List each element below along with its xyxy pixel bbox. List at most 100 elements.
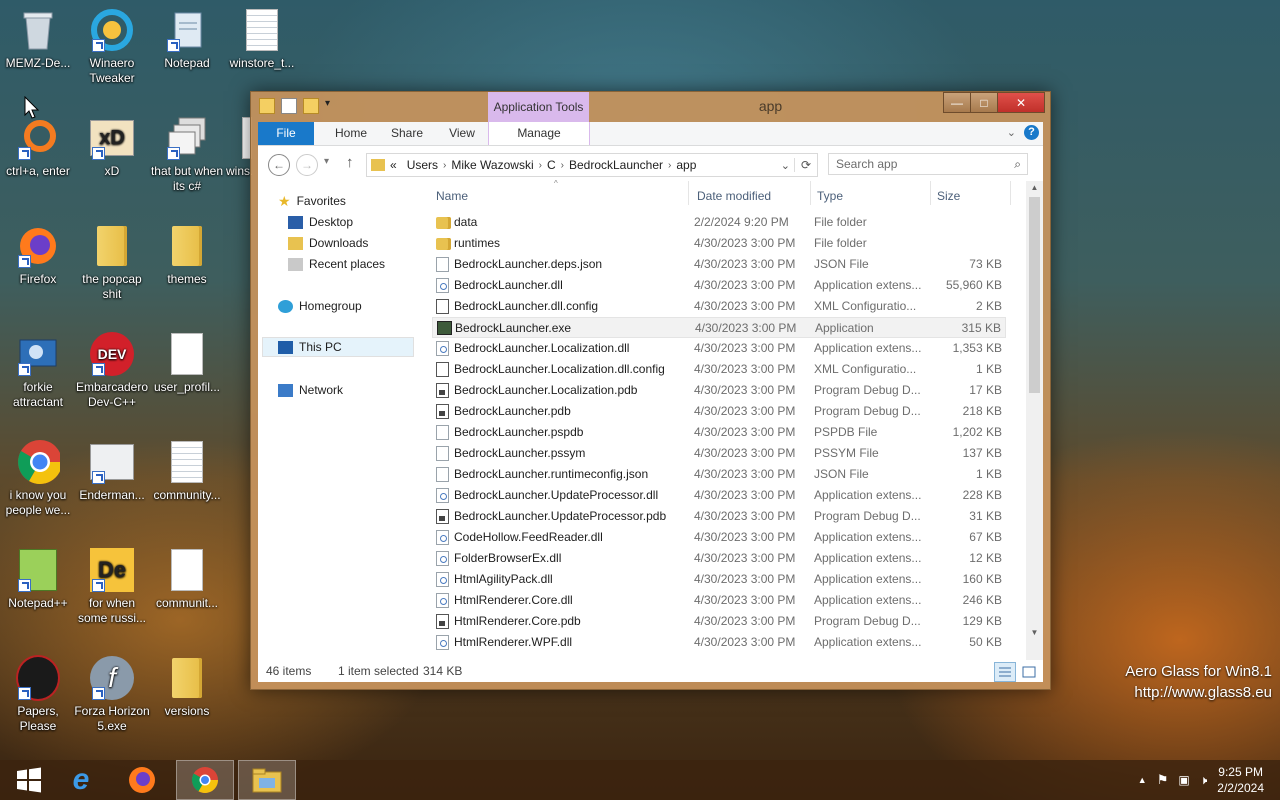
large-icons-view-button[interactable] [1018, 662, 1040, 682]
file-row[interactable]: CodeHollow.FeedReader.dll 4/30/2023 3:00 … [432, 527, 1006, 548]
volume-muted-icon[interactable]: 🕨 [1200, 773, 1208, 788]
desktop-icon-enderman[interactable]: Enderman... [74, 440, 150, 503]
help-icon[interactable]: ? [1024, 125, 1039, 140]
file-row[interactable]: BedrockLauncher.Localization.dll.config 4… [432, 359, 1006, 380]
up-button[interactable]: ↑ [346, 154, 354, 171]
breadcrumb-user[interactable]: Mike Wazowski [446, 158, 538, 172]
file-row[interactable]: HtmlAgilityPack.dll 4/30/2023 3:00 PM Appl… [432, 569, 1006, 590]
file-row[interactable]: BedrockLauncher.deps.json 4/30/2023 3:00 … [432, 254, 1006, 275]
desktop-icon-forza[interactable]: f Forza Horizon 5.exe [74, 656, 150, 734]
tab-view[interactable]: View [438, 122, 486, 145]
taskbar-file-explorer[interactable] [238, 760, 296, 800]
address-dropdown-icon[interactable]: ⌄ [777, 159, 794, 172]
breadcrumb-bedrocklauncher[interactable]: BedrockLauncher [564, 158, 668, 172]
desktop-icon-firefox[interactable]: Firefox [0, 224, 76, 287]
search-icon[interactable]: ⌕ [1014, 157, 1021, 172]
navigation-bar: ← → ▾ ↑ « Users › Mike Wazowski › C › Bedro… [258, 146, 1043, 181]
tab-manage[interactable]: Manage [488, 122, 590, 145]
file-row[interactable]: FolderBrowserEx.dll 4/30/2023 3:00 PM Appl… [432, 548, 1006, 569]
file-row[interactable]: BedrockLauncher.UpdateProcessor.dll 4/30/… [432, 485, 1006, 506]
show-hidden-icons-icon[interactable]: ▲ [1138, 775, 1147, 785]
file-row[interactable]: HtmlRenderer.Core.dll 4/30/2023 3:00 PM Ap… [432, 590, 1006, 611]
desktop-icon-winaero[interactable]: Winaero Tweaker [74, 8, 150, 86]
taskbar-firefox[interactable] [113, 760, 171, 800]
desktop-icon-devcpp[interactable]: DEV Embarcadero Dev-C++ [74, 332, 150, 410]
column-name[interactable]: Name [436, 189, 468, 203]
forward-button[interactable]: → [296, 154, 318, 176]
scrollbar-thumb[interactable] [1029, 197, 1040, 393]
file-row[interactable]: BedrockLauncher.pspdb 4/30/2023 3:00 PM PS… [432, 422, 1006, 443]
address-overflow[interactable]: « [385, 158, 402, 172]
maximize-button[interactable]: □ [970, 92, 998, 113]
search-input[interactable]: Search app ⌕ [828, 153, 1028, 175]
file-row[interactable]: BedrockLauncher.dll 4/30/2023 3:00 PM Appl… [432, 275, 1006, 296]
nav-downloads[interactable]: Downloads [288, 233, 368, 253]
nav-favorites[interactable]: ★ Favorites [278, 191, 346, 211]
file-type: File folder [814, 236, 867, 250]
clock[interactable]: 9:25 PM 2/2/2024 [1217, 764, 1264, 796]
taskbar-internet-explorer[interactable]: e [52, 760, 110, 800]
minimize-button[interactable]: — [943, 92, 971, 113]
file-row[interactable]: BedrockLauncher.Localization.dll 4/30/202… [432, 338, 1006, 359]
column-date-modified[interactable]: Date modified [697, 189, 771, 203]
desktop-icon-wins[interactable]: wins... [212, 116, 252, 179]
desktop-icon-popcap[interactable]: the popcap shit [74, 224, 150, 302]
column-type[interactable]: Type [817, 189, 843, 203]
address-bar[interactable]: « Users › Mike Wazowski › C › BedrockLaunch… [366, 153, 818, 177]
file-name: HtmlRenderer.Core.pdb [454, 614, 581, 628]
taskbar-chrome[interactable] [176, 760, 234, 800]
file-row[interactable]: BedrockLauncher.Localization.pdb 4/30/202… [432, 380, 1006, 401]
action-center-flag-icon[interactable]: ⚑ [1157, 772, 1169, 788]
network-tray-icon[interactable]: ▣ [1178, 773, 1189, 787]
scroll-down-icon[interactable]: ▼ [1026, 626, 1043, 640]
desktop-icon-ctrl-a[interactable]: ctrl+a, enter [0, 116, 76, 179]
desktop-icon-notepadpp[interactable]: Notepad++ [0, 548, 76, 611]
desktop-icon-memz[interactable]: MEMZ-De... [0, 8, 76, 71]
file-row[interactable]: BedrockLauncher.pdb 4/30/2023 3:00 PM Prog… [432, 401, 1006, 422]
vertical-scrollbar[interactable]: ▲ ▼ [1026, 181, 1043, 660]
desktop-icon-themes[interactable]: themes [149, 224, 225, 287]
nav-homegroup[interactable]: Homegroup [278, 296, 362, 316]
file-row[interactable]: BedrockLauncher.dll.config 4/30/2023 3:00… [432, 296, 1006, 317]
nav-this-pc[interactable]: This PC [262, 337, 414, 357]
refresh-icon[interactable]: ⟳ [793, 158, 817, 172]
desktop-icon-community1[interactable]: community... [149, 440, 225, 503]
desktop-icon-community2[interactable]: communit... [149, 548, 225, 611]
scroll-up-icon[interactable]: ▲ [1026, 181, 1043, 195]
desktop-icon-xd[interactable]: xD xD [74, 116, 150, 179]
file-row[interactable]: runtimes 4/30/2023 3:00 PM File folder [432, 233, 1006, 254]
close-button[interactable]: ✕ [997, 92, 1045, 113]
start-button[interactable] [0, 760, 58, 800]
expand-ribbon-icon[interactable]: ⌄ [1007, 126, 1016, 139]
file-row[interactable]: HtmlRenderer.WPF.dll 4/30/2023 3:00 PM App… [432, 632, 1006, 653]
file-row[interactable]: HtmlRenderer.Core.pdb 4/30/2023 3:00 PM Pr… [432, 611, 1006, 632]
file-row[interactable]: BedrockLauncher.pssym 4/30/2023 3:00 PM PS… [432, 443, 1006, 464]
tab-home[interactable]: Home [326, 122, 376, 145]
desktop-icon-papers-please[interactable]: Papers, Please [0, 655, 76, 734]
desktop-icon-versions[interactable]: versions [149, 656, 225, 719]
column-size[interactable]: Size [937, 189, 960, 203]
desktop-icon-chrome[interactable]: i know you people we... [0, 440, 76, 518]
desktop-icon-notepad[interactable]: Notepad [149, 8, 225, 71]
breadcrumb-c[interactable]: C [542, 158, 561, 172]
desktop-icon-userprofile[interactable]: user_profil... [149, 332, 225, 395]
desktop-icon-forkie[interactable]: forkie attractant [0, 332, 76, 410]
recent-locations-icon[interactable]: ▾ [324, 156, 329, 167]
debug-file-icon [436, 383, 449, 398]
breadcrumb-users[interactable]: Users [402, 158, 443, 172]
back-button[interactable]: ← [268, 154, 290, 176]
details-view-button[interactable] [994, 662, 1016, 682]
file-row[interactable]: data 2/2/2024 9:20 PM File folder [432, 212, 1006, 233]
nav-network[interactable]: Network [278, 380, 343, 400]
breadcrumb-app[interactable]: app [671, 158, 701, 172]
file-row[interactable]: BedrockLauncher.UpdateProcessor.pdb 4/30/… [432, 506, 1006, 527]
tab-share[interactable]: Share [382, 122, 432, 145]
file-row[interactable]: BedrockLauncher.runtimeconfig.json 4/30/2… [432, 464, 1006, 485]
desktop-icon-de[interactable]: De for when some russi... [74, 548, 150, 626]
title-bar[interactable]: ▾ Application Tools app — □ ✕ [251, 92, 1050, 122]
nav-recent-places[interactable]: Recent places [288, 254, 385, 274]
file-row[interactable]: BedrockLauncher.exe 4/30/2023 3:00 PM Appl… [432, 317, 1006, 338]
desktop-icon-winstore[interactable]: winstore_t... [224, 8, 300, 71]
tab-file[interactable]: File [258, 122, 314, 145]
nav-desktop[interactable]: Desktop [288, 212, 353, 232]
